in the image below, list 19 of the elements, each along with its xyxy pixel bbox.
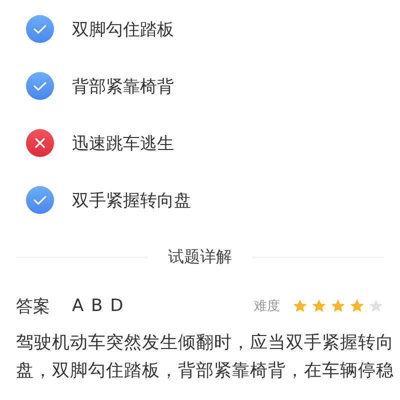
star-icon <box>368 298 384 314</box>
difficulty-label: 难度 <box>254 298 280 315</box>
star-icon <box>349 298 365 314</box>
option-label: 双手紧握转向盘 <box>72 190 191 212</box>
answer-value: A B D <box>72 296 124 316</box>
check-icon <box>26 72 54 100</box>
explanation-text: 盘，双脚勾住踏板，背部紧靠椅背，在车辆停稳 <box>16 360 394 383</box>
section-title: 试题详解 <box>167 246 233 268</box>
explanation-text: 驾驶机动车突然发生倾翻时，应当双手紧握转向 <box>16 332 394 355</box>
answer-label: 答案 <box>16 296 50 318</box>
check-icon <box>26 186 54 214</box>
check-icon <box>26 15 54 43</box>
option-label: 双脚勾住踏板 <box>72 18 174 40</box>
option-label: 背部紧靠椅背 <box>72 76 174 98</box>
star-icon <box>330 298 346 314</box>
star-icon <box>311 298 327 314</box>
cross-icon <box>26 129 54 157</box>
star-icon <box>292 298 308 314</box>
option-label: 迅速跳车逃生 <box>72 132 174 154</box>
